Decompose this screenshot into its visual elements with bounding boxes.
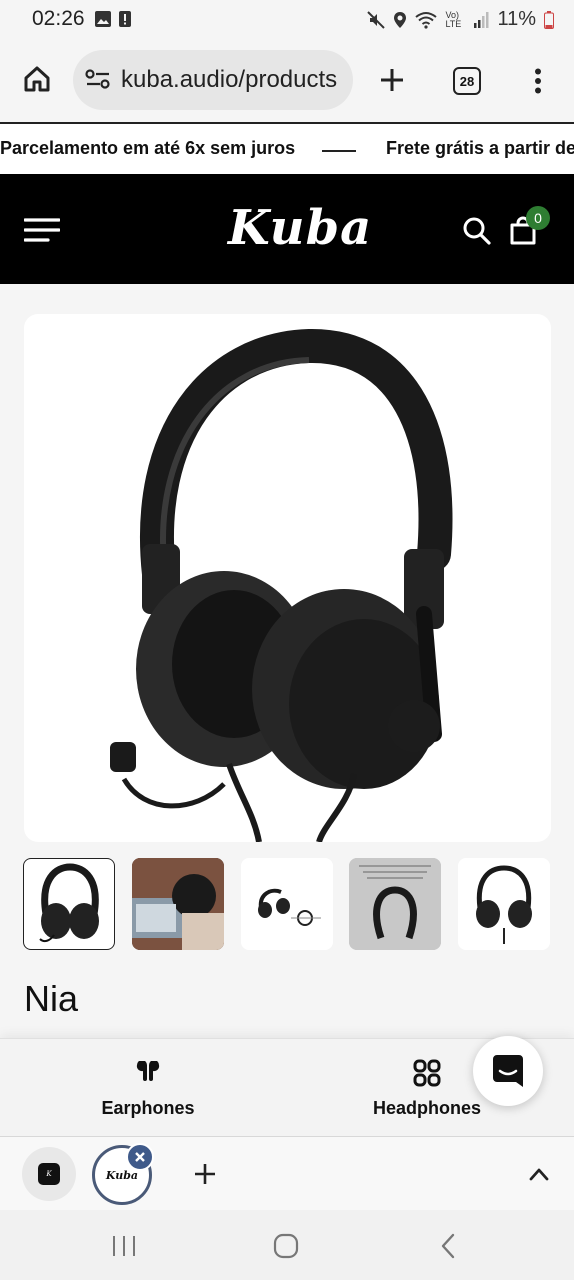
announcement-item: Frete grátis a partir de [386,138,574,158]
expand-tabs-button[interactable] [524,1159,554,1189]
tab-thumbnail[interactable]: K [22,1147,76,1201]
kuba-favicon: K [38,1163,60,1185]
more-menu-button[interactable] [524,64,552,98]
add-tab-button[interactable] [190,1159,220,1189]
product-title: Nia [24,978,79,1019]
thumbnail-image [132,858,224,950]
alert-notification-icon [119,11,131,27]
home-nav-button[interactable] [268,1230,304,1262]
network-type-label: Vo) LTE [445,9,462,29]
nav-label: Earphones [101,1098,195,1118]
home-button[interactable] [20,62,54,96]
battery-percent: 11% [497,8,536,30]
location-icon [394,11,407,28]
thumbnail-4[interactable] [349,858,441,950]
thumbnail-1[interactable] [23,858,115,950]
cart-count-badge: 0 [526,206,550,230]
chat-button[interactable] [473,1036,543,1106]
site-header: Kuba 0 [0,174,574,284]
signal-icon [474,11,489,28]
recents-icon [113,1236,135,1256]
announcement-divider [322,150,356,152]
browser-tab-strip: K Kuba [0,1136,574,1211]
browser-toolbar: kuba.audio/products 28 [0,40,574,122]
menu-button[interactable] [22,212,62,248]
back-button[interactable] [430,1230,466,1262]
product-main-image[interactable] [24,314,551,842]
address-bar[interactable]: kuba.audio/products [73,50,353,110]
product-content: Nia [0,284,574,1044]
grid-icon [413,1059,441,1087]
plus-icon [195,1164,215,1184]
chevron-up-icon [529,1168,549,1181]
thumbnail-image [39,863,99,943]
thumbnail-2[interactable] [132,858,224,950]
thumbnail-5[interactable] [458,858,550,950]
recents-button[interactable] [106,1230,142,1262]
site-logo[interactable]: Kuba [228,200,372,256]
wifi-icon [415,11,438,29]
tab-switcher-button[interactable]: 28 [450,64,484,98]
system-navigation-bar [0,1210,574,1280]
chat-icon [493,1055,523,1087]
close-icon [135,1152,145,1162]
tab-switcher-icon: 28 [453,67,481,95]
back-icon [441,1233,455,1259]
search-button[interactable] [460,214,494,248]
announcement-bar: Parcelamento em até 6x sem juros Frete g… [0,122,574,176]
more-menu-icon [535,68,541,94]
thumbnail-image [349,858,441,950]
thumbnail-image [258,888,321,926]
new-tab-button[interactable] [376,64,408,96]
mute-icon [367,10,386,29]
announcement-item: Parcelamento em até 6x sem juros [0,138,296,158]
url-text: kuba.audio/products [121,66,338,93]
home-nav-icon [273,1233,299,1259]
hamburger-icon [24,218,60,242]
status-bar: 02:26 Vo) LTE 11% [0,0,574,40]
close-tab-button[interactable] [126,1143,154,1171]
gallery-notification-icon [95,11,111,27]
new-tab-icon [381,69,403,91]
status-time: 02:26 [32,7,85,30]
home-icon [24,66,50,92]
battery-icon [544,10,554,29]
thumbnail-3[interactable] [241,858,333,950]
earphones-icon [136,1061,160,1081]
site-settings-icon[interactable] [85,68,111,95]
search-icon [463,217,491,245]
thumbnail-image [476,865,532,944]
kuba-favicon: Kuba [105,1168,139,1182]
nav-earphones[interactable]: Earphones [48,1039,248,1137]
headphone-image [110,328,453,842]
